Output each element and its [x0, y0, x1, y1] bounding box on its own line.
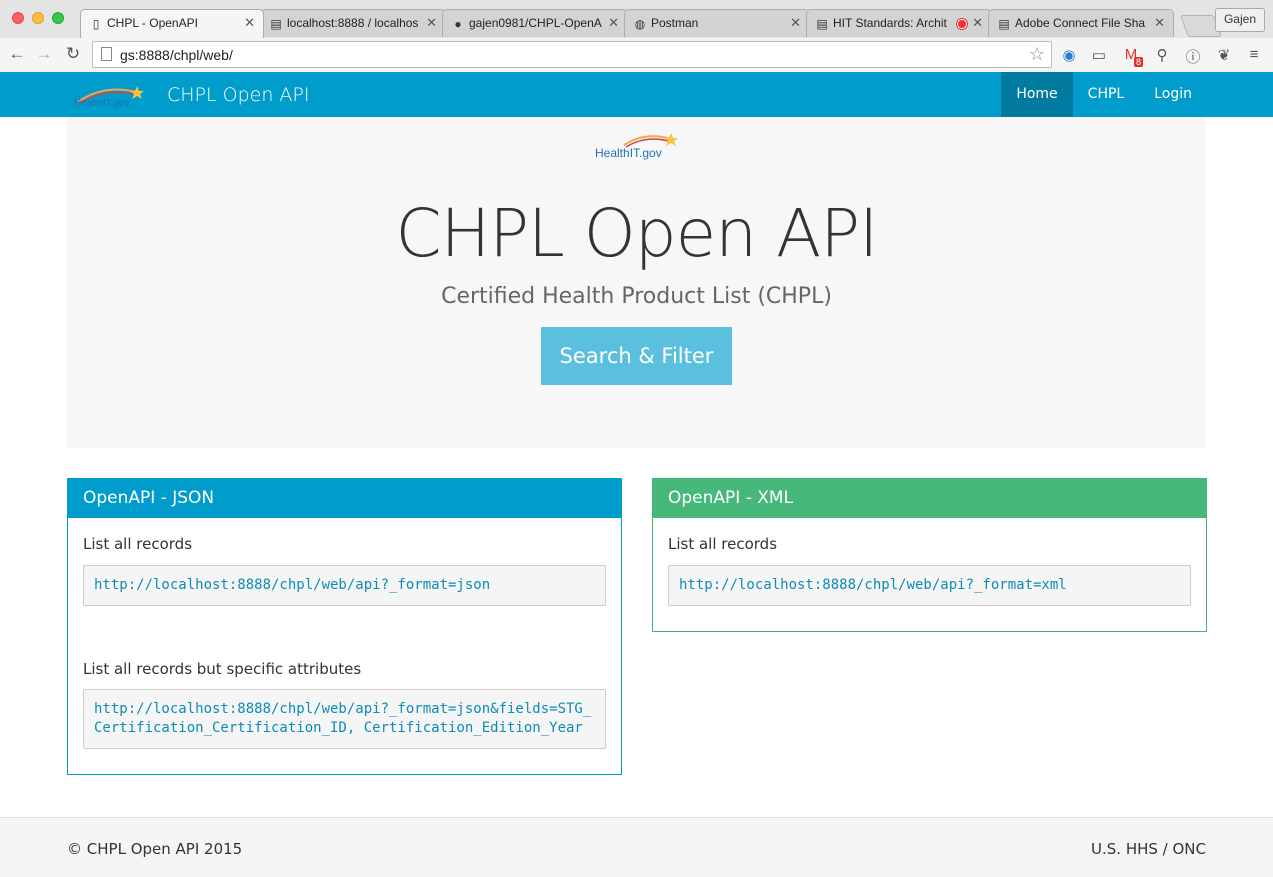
github-icon: ●	[454, 17, 462, 31]
json-specific-attributes-url[interactable]: http://localhost:8888/chpl/web/api?_form…	[83, 689, 606, 749]
browser-toolbar: ← → ↻ gs:8888/chpl/web/ ☆ ◉ ▭ M 8 ⚲ ⓘ ❦ …	[0, 38, 1273, 72]
nav-chpl[interactable]: CHPL	[1073, 72, 1140, 117]
minimize-window-button[interactable]	[32, 12, 44, 24]
page-subtitle: Certified Health Product List (CHPL)	[441, 284, 832, 309]
xml-panel-title: OpenAPI - XML	[653, 479, 1206, 518]
gmail-badge: 8	[1134, 57, 1144, 67]
healthit-logo: HealthIT.gov	[595, 133, 678, 160]
bookmark-star-icon[interactable]: ☆	[1029, 44, 1045, 65]
recording-icon	[957, 19, 967, 29]
tab-chpl-openapi[interactable]: ▯ CHPL - OpenAPI ✕	[80, 9, 264, 38]
xml-list-all-url[interactable]: http://localhost:8888/chpl/web/api?_form…	[668, 565, 1191, 606]
zoom-window-button[interactable]	[52, 12, 64, 24]
json-panel-title: OpenAPI - JSON	[68, 479, 621, 518]
site-navbar: HealthIT.gov CHPL Open API Home CHPL Log…	[0, 72, 1273, 117]
tab-postman[interactable]: ◍ Postman ✕	[624, 9, 810, 37]
close-icon[interactable]: ✕	[972, 15, 983, 31]
site-icon: ▤	[816, 17, 828, 31]
reload-icon[interactable]: ↻	[62, 44, 84, 64]
nav-links: Home CHPL Login	[1001, 72, 1207, 117]
tab-strip: ▯ CHPL - OpenAPI ✕ ▤ localhost:8888 / lo…	[80, 9, 1223, 38]
copyright-text: © CHPL Open API 2015	[67, 840, 243, 858]
globe-icon: ◍	[634, 17, 646, 31]
profile-button[interactable]: Gajen	[1214, 8, 1265, 32]
page-icon	[101, 47, 112, 61]
json-list-all-url[interactable]: http://localhost:8888/chpl/web/api?_form…	[83, 565, 606, 606]
eyedropper-icon[interactable]: ⚲	[1152, 46, 1172, 64]
hero-section: HealthIT.gov CHPL Open API Certified Hea…	[67, 117, 1206, 448]
close-icon[interactable]: ✕	[608, 15, 619, 31]
tab-localhost[interactable]: ▤ localhost:8888 / localhos ✕	[260, 9, 446, 37]
forward-icon[interactable]: →	[33, 44, 55, 64]
organization-text: U.S. HHS / ONC	[1091, 840, 1206, 858]
close-icon[interactable]: ✕	[426, 15, 437, 31]
evernote-icon[interactable]: ❦	[1214, 46, 1234, 64]
url-text: gs:8888/chpl/web/	[120, 47, 233, 63]
site-footer: © CHPL Open API 2015 U.S. HHS / ONC	[0, 817, 1273, 877]
close-icon[interactable]: ✕	[1154, 15, 1165, 31]
json-panel: OpenAPI - JSON List all records http://l…	[67, 478, 622, 775]
tab-title: Postman	[651, 16, 699, 30]
tab-github[interactable]: ● gajen0981/CHPL-OpenA ✕	[442, 9, 628, 37]
json-specific-attributes-label: List all records but specific attributes	[83, 660, 362, 678]
logo-text: HealthIT.gov	[595, 146, 662, 160]
address-bar[interactable]: gs:8888/chpl/web/ ☆	[92, 41, 1052, 68]
brand-title[interactable]: CHPL Open API	[167, 84, 309, 106]
search-filter-button[interactable]: Search & Filter	[541, 327, 732, 385]
page-title: CHPL Open API	[395, 195, 879, 272]
menu-icon[interactable]: ≡	[1244, 46, 1264, 63]
site-icon: ▤	[998, 17, 1010, 31]
tab-hit-standards[interactable]: ▤ HIT Standards: Archit ✕	[806, 9, 992, 37]
logo-text: HealthIT.gov	[74, 98, 130, 108]
tab-title: Adobe Connect File Sha	[1015, 16, 1146, 30]
close-window-button[interactable]	[12, 12, 24, 24]
tab-title: HIT Standards: Archit	[833, 16, 947, 30]
nav-home[interactable]: Home	[1001, 72, 1073, 117]
page-icon: ▯	[92, 17, 100, 31]
healthit-logo[interactable]: HealthIT.gov	[74, 82, 148, 108]
back-icon[interactable]: ←	[6, 44, 28, 64]
xml-list-all-label: List all records	[668, 535, 778, 553]
close-icon[interactable]: ✕	[790, 15, 801, 31]
tab-title: localhost:8888 / localhos	[287, 16, 419, 30]
close-icon[interactable]: ✕	[244, 15, 255, 31]
browser-window: ▯ CHPL - OpenAPI ✕ ▤ localhost:8888 / lo…	[0, 0, 1273, 72]
tab-title: gajen0981/CHPL-OpenA	[469, 16, 602, 30]
json-list-all-label: List all records	[83, 535, 193, 553]
xml-panel: OpenAPI - XML List all records http://lo…	[652, 478, 1207, 632]
nav-login[interactable]: Login	[1139, 72, 1207, 117]
info-icon[interactable]: ⓘ	[1183, 46, 1203, 67]
tab-adobe-connect[interactable]: ▤ Adobe Connect File Sha ✕	[988, 9, 1174, 37]
phpmyadmin-icon: ▤	[270, 17, 282, 31]
screen-capture-icon[interactable]: ▭	[1089, 46, 1109, 64]
window-controls	[12, 12, 64, 24]
globe-extension-icon[interactable]: ◉	[1059, 46, 1079, 64]
tab-title: CHPL - OpenAPI	[107, 16, 198, 30]
